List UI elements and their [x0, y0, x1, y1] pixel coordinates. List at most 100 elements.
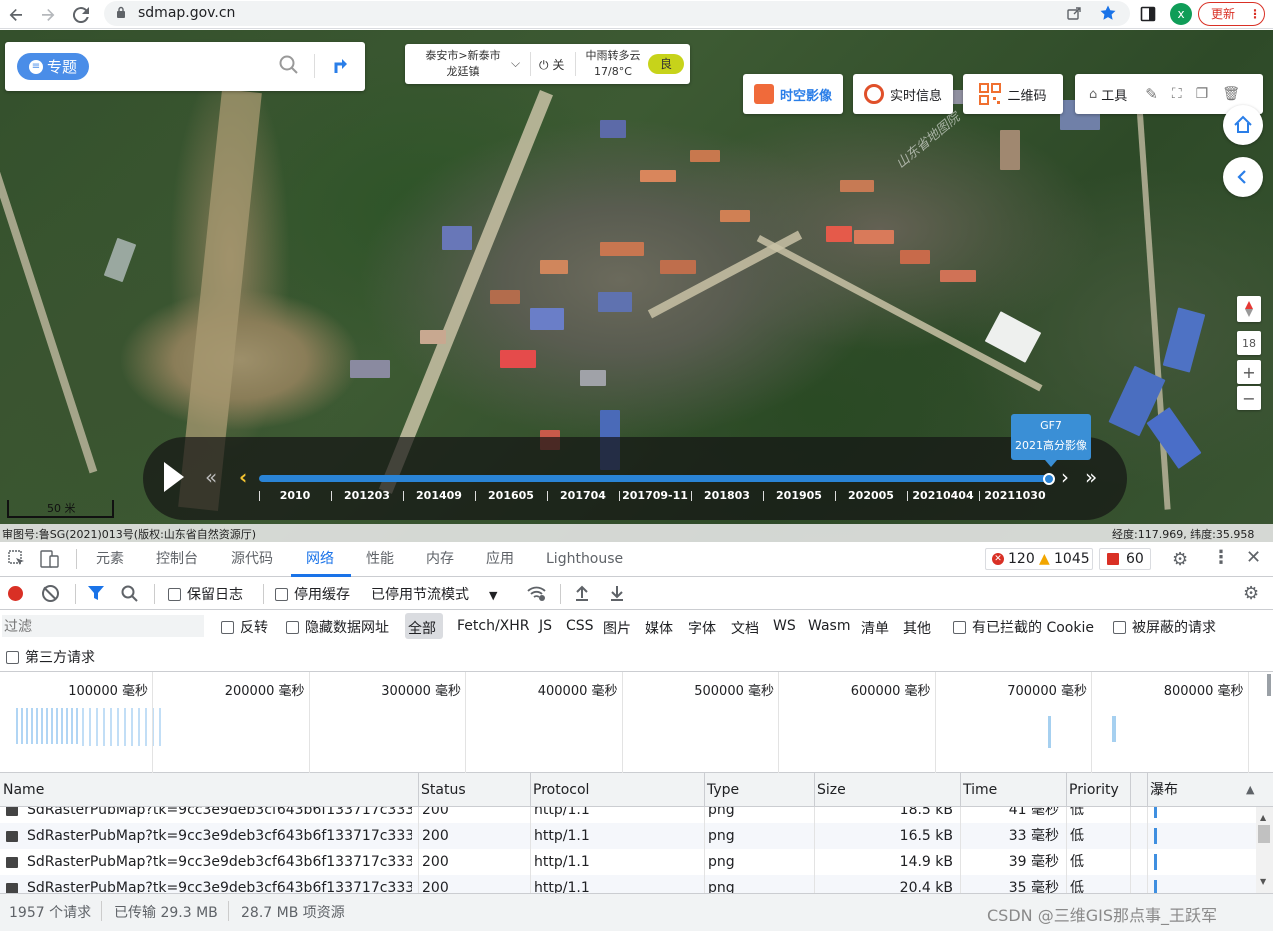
column-header[interactable]: Priority [1066, 773, 1119, 807]
collapse-button[interactable] [1223, 157, 1263, 197]
import-har-icon[interactable] [574, 584, 590, 606]
preserve-log-checkbox[interactable]: 保留日志 [168, 584, 243, 604]
devtools-tab[interactable]: 性能 [366, 542, 394, 576]
timeline-tick[interactable]: 201409 [416, 489, 462, 502]
network-settings-gear-icon[interactable]: ⚙ [1243, 583, 1259, 604]
requests-table-body[interactable]: ▲ ▼ SdRasterPubMap?tk=9cc3e9deb3cf643b6f… [0, 807, 1273, 893]
zoom-in-button[interactable]: + [1237, 360, 1261, 384]
zoom-out-button[interactable]: − [1237, 386, 1261, 410]
location-line2[interactable]: 龙廷镇 [413, 64, 513, 80]
blocked-cookies-checkbox[interactable]: 有已拦截的 Cookie [953, 617, 1094, 637]
sidebar-icon[interactable] [1140, 6, 1156, 26]
throttling-select[interactable]: 已停用节流模式 ▼ [371, 584, 497, 604]
hide-data-urls-checkbox[interactable]: 隐藏数据网址 [286, 617, 389, 637]
timeline-tick[interactable]: 201803 [704, 489, 750, 502]
more-vert-icon[interactable]: ⋮ [1212, 547, 1230, 568]
realtime-button[interactable]: 实时信息 [853, 74, 953, 114]
timeline-tick[interactable]: 2010 [280, 489, 311, 502]
timeline-tick[interactable]: 20210404 [912, 489, 973, 502]
power-toggle[interactable]: ⏻ 关 [539, 56, 564, 73]
address-bar[interactable]: sdmap.gov.cn [104, 1, 1130, 26]
scroll-down-icon[interactable]: ▼ [1260, 877, 1266, 886]
back-icon[interactable] [5, 4, 27, 26]
type-filter-chip[interactable]: CSS [566, 618, 594, 634]
location-line1[interactable]: 泰安市>新泰市 [413, 48, 513, 64]
type-filter-chip[interactable]: 字体 [688, 618, 716, 638]
record-icon[interactable] [8, 586, 23, 601]
invert-checkbox[interactable]: 反转 [221, 617, 268, 637]
column-header[interactable]: Status [418, 773, 466, 807]
network-conditions-icon[interactable] [527, 585, 547, 606]
scroll-up-icon[interactable]: ▲ [1260, 813, 1266, 822]
disable-cache-checkbox[interactable]: 停用缓存 [275, 584, 350, 604]
window-icon[interactable]: ❐ [1196, 86, 1209, 102]
console-counters[interactable]: ✕ 120 ▲ 1045 [985, 548, 1093, 570]
timeline-tick[interactable]: 201905 [776, 489, 822, 502]
play-button[interactable] [163, 461, 185, 497]
column-header[interactable]: 瀑布 [1147, 773, 1178, 807]
home-button[interactable] [1223, 105, 1263, 145]
table-row[interactable]: SdRasterPubMap?tk=9cc3e9deb3cf643b6f1337… [0, 875, 1256, 893]
timeline-track[interactable] [259, 475, 1051, 482]
filter-input[interactable] [2, 615, 204, 637]
issues-counter[interactable]: 60 [1099, 548, 1151, 570]
next-icon[interactable]: › [1061, 465, 1069, 489]
timeline-tick[interactable]: 201203 [344, 489, 390, 502]
type-filter-chip[interactable]: 其他 [903, 618, 931, 638]
type-filter-chip[interactable]: JS [539, 618, 552, 634]
edit-icon[interactable]: ✎ [1145, 85, 1158, 103]
timeline-tick[interactable]: 202005 [848, 489, 894, 502]
network-overview[interactable]: 100000 毫秒 200000 毫秒 300000 毫秒 400000 毫秒 5000… [0, 672, 1273, 773]
type-filter-chip[interactable]: WS [773, 618, 796, 634]
topic-button[interactable]: ≡ 专题 [17, 53, 89, 80]
type-filter-chip[interactable]: 文档 [731, 618, 759, 638]
sort-asc-icon[interactable]: ▲ [1246, 783, 1254, 796]
share-icon[interactable] [1066, 5, 1082, 25]
type-filter-chip[interactable]: 媒体 [645, 618, 673, 638]
type-filter-chip[interactable]: 图片 [603, 618, 631, 638]
devtools-tab[interactable]: 应用 [486, 542, 514, 576]
update-button[interactable]: 更新 ⋮ [1198, 2, 1265, 26]
type-filter-chip[interactable]: 全部 [408, 618, 436, 638]
fullscreen-icon[interactable]: ⛶ [1172, 86, 1182, 102]
route-icon[interactable] [330, 55, 350, 79]
inspect-icon[interactable] [8, 550, 26, 572]
devtools-tab[interactable]: 控制台 [156, 542, 198, 576]
table-row[interactable]: SdRasterPubMap?tk=9cc3e9deb3cf643b6f1337… [0, 807, 1256, 823]
close-icon[interactable]: ✕ [1246, 547, 1261, 568]
profile-avatar[interactable]: x [1170, 3, 1192, 25]
scrollbar-thumb[interactable] [1258, 825, 1270, 843]
devtools-tab[interactable]: 内存 [426, 542, 454, 576]
prev-icon[interactable]: ‹ [239, 465, 247, 489]
chevron-down-icon[interactable]: ⌵ [511, 56, 520, 71]
devtools-tab[interactable]: 元素 [96, 542, 124, 576]
filter-icon[interactable] [87, 585, 105, 606]
devtools-tab[interactable]: Lighthouse [546, 542, 623, 576]
timeline-tick[interactable]: 20211030 [984, 489, 1045, 502]
type-filter-chip[interactable]: 清单 [861, 618, 889, 638]
bookmark-star-icon[interactable] [1099, 4, 1117, 26]
toolbox-label[interactable]: 工具 [1101, 85, 1127, 104]
devtools-tab[interactable]: 网络 [306, 542, 334, 576]
table-row[interactable]: SdRasterPubMap?tk=9cc3e9deb3cf643b6f1337… [0, 823, 1256, 849]
search-icon[interactable] [121, 585, 139, 607]
timeline-tick[interactable]: 201704 [560, 489, 606, 502]
search-input[interactable] [97, 52, 273, 80]
reload-icon[interactable] [70, 4, 92, 26]
type-filter-chip[interactable]: Fetch/XHR [457, 618, 530, 634]
rewind-icon[interactable]: « [205, 465, 217, 489]
blocked-requests-checkbox[interactable]: 被屏蔽的请求 [1113, 617, 1216, 637]
type-filter-chip[interactable]: Wasm [808, 618, 850, 634]
fast-forward-icon[interactable]: » [1085, 465, 1097, 489]
search-icon[interactable] [279, 55, 299, 79]
third-party-checkbox[interactable]: 第三方请求 [6, 647, 95, 667]
export-har-icon[interactable] [609, 584, 625, 606]
settings-gear-icon[interactable]: ⚙ [1172, 549, 1188, 570]
timeline-tick[interactable]: 201709-11 [622, 489, 688, 502]
timeline-handle[interactable] [1043, 473, 1055, 485]
column-header[interactable]: Name [0, 773, 44, 807]
column-header[interactable]: Type [704, 773, 739, 807]
column-header[interactable]: Size [814, 773, 846, 807]
trash-icon[interactable]: 🗑 [1222, 86, 1240, 102]
table-row[interactable]: SdRasterPubMap?tk=9cc3e9deb3cf643b6f1337… [0, 849, 1256, 875]
